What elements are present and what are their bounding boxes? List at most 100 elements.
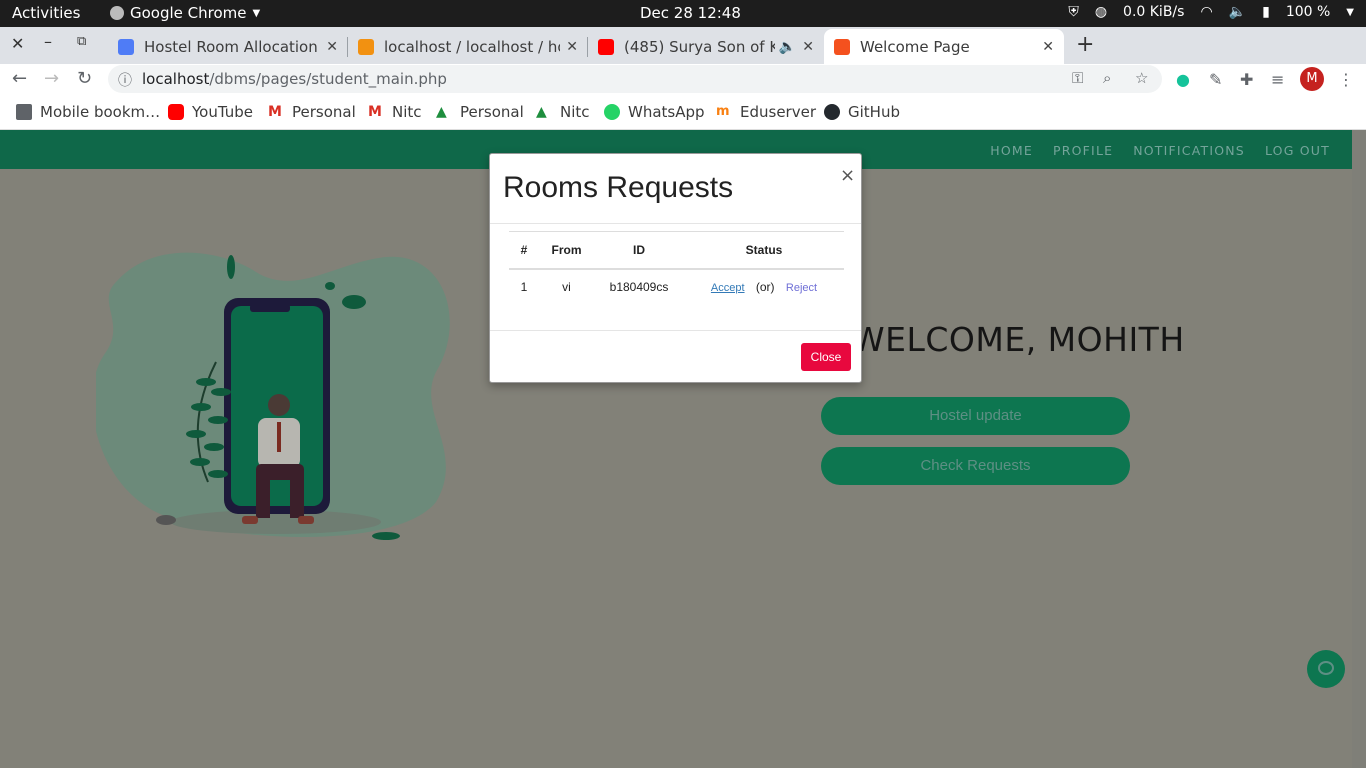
docs-icon	[118, 38, 134, 55]
extension-tool-icon[interactable]: ✎	[1209, 70, 1222, 89]
app-name: Google Chrome	[130, 4, 247, 22]
address-bar[interactable]: ⓘ localhost/dbms/pages/student_main.php …	[108, 65, 1162, 93]
bookmark-eduserver[interactable]: m Eduserver	[716, 103, 816, 121]
bookmark-label: Personal	[460, 103, 524, 121]
nav-log-out[interactable]: LOG OUT	[1265, 143, 1330, 158]
nav-notifications[interactable]: NOTIFICATIONS	[1133, 143, 1245, 158]
media-control-icon[interactable]: ≡	[1271, 70, 1284, 89]
whatsapp-icon	[604, 104, 620, 120]
drive-icon: ▲	[536, 104, 547, 120]
close-tab-icon[interactable]: ✕	[802, 39, 814, 55]
table-row: 1 vi b180409cs Accept (or) Reject	[509, 269, 844, 305]
activities-button[interactable]: Activities	[12, 4, 80, 22]
check-requests-button[interactable]: Check Requests	[821, 447, 1130, 485]
bookmark-whatsapp[interactable]: WhatsApp	[604, 103, 705, 121]
close-tab-icon[interactable]: ✕	[326, 39, 338, 55]
net-speed: 0.0 KiB/s	[1123, 4, 1185, 20]
modal-header-divider	[490, 223, 861, 224]
site-info-icon[interactable]: ⓘ	[118, 70, 132, 90]
wifi-icon: ◠	[1200, 4, 1213, 20]
bookmark-label: Mobile bookm…	[40, 103, 161, 121]
bookmark-label: Nitc	[392, 103, 422, 121]
tab-hostel-room-allocation[interactable]: Hostel Room Allocation S ✕	[108, 29, 348, 64]
puzzle-icon[interactable]: ✚	[1240, 70, 1253, 89]
bookmark-personal-gmail[interactable]: M Personal	[268, 103, 356, 121]
chevron-down-icon: ▼	[252, 7, 261, 19]
nav-profile[interactable]: PROFILE	[1053, 143, 1113, 158]
youtube-icon	[598, 38, 614, 55]
new-tab-button[interactable]: +	[1076, 32, 1094, 57]
modal-title: Rooms Requests	[503, 171, 734, 204]
gmail-icon: M	[268, 104, 282, 120]
modal-footer-divider	[490, 330, 861, 331]
minimize-window-icon[interactable]: –	[44, 32, 52, 51]
url-text[interactable]: localhost/dbms/pages/student_main.php	[142, 70, 447, 88]
tab-phpmyadmin[interactable]: localhost / localhost / hos ✕	[348, 29, 588, 64]
close-tab-icon[interactable]: ✕	[566, 39, 578, 55]
bookmark-nitc-gmail[interactable]: M Nitc	[368, 103, 422, 121]
shield-icon: ⛨	[1068, 4, 1079, 20]
grammarly-icon[interactable]: ●	[1176, 70, 1190, 89]
clock[interactable]: Dec 28 12:48	[640, 4, 741, 22]
column-header: From	[539, 231, 594, 270]
bookmark-nitc-drive[interactable]: ▲ Nitc	[536, 103, 590, 121]
close-icon[interactable]: ×	[840, 165, 855, 186]
chevron-down-icon: ▼	[1346, 6, 1354, 18]
menu-icon[interactable]: ⋮	[1338, 70, 1354, 89]
tab-title: Welcome Page	[860, 37, 970, 56]
github-icon	[824, 104, 840, 120]
phpmyadmin-icon	[358, 38, 374, 55]
key-icon[interactable]: ⚿	[1072, 69, 1083, 87]
zoom-icon[interactable]: ⌕	[1103, 69, 1111, 87]
chrome-icon	[110, 6, 124, 20]
speaker-icon[interactable]: 🔈	[779, 39, 796, 55]
bookmark-label: YouTube	[192, 103, 253, 121]
row-number: 1	[520, 280, 528, 294]
bookmark-label: GitHub	[848, 103, 900, 121]
restore-window-icon[interactable]: ⧉	[77, 34, 86, 49]
forward-icon[interactable]: →	[44, 68, 59, 89]
close-tab-icon[interactable]: ✕	[1042, 39, 1054, 55]
bookmark-label: WhatsApp	[628, 103, 705, 121]
avatar[interactable]: M	[1300, 67, 1324, 91]
nav-home[interactable]: HOME	[990, 143, 1033, 158]
rooms-requests-modal: Rooms Requests × # From ID Status 1 vi b…	[489, 153, 862, 383]
star-icon[interactable]: ☆	[1135, 69, 1148, 87]
tab-title: Hostel Room Allocation S	[144, 37, 321, 56]
bookmark-youtube[interactable]: YouTube	[168, 103, 253, 121]
battery-icon: ▮	[1262, 4, 1270, 20]
bookmark-label: Eduserver	[740, 103, 816, 121]
system-top-bar: Activities Google Chrome ▼ Dec 28 12:48 …	[0, 0, 1366, 27]
welcome-heading: WELCOME, MOHITH	[852, 320, 1185, 359]
row-status: Accept (or) Reject	[684, 269, 844, 305]
moodle-icon: m	[716, 104, 730, 119]
network-monitor-icon: ◍	[1094, 4, 1108, 20]
tab-youtube-video[interactable]: (485) Surya Son of Kris 🔈 ✕	[588, 29, 824, 64]
accept-link[interactable]: Accept	[711, 282, 745, 294]
chat-button[interactable]	[1307, 650, 1345, 688]
bookmark-personal-drive[interactable]: ▲ Personal	[436, 103, 524, 121]
requests-table: # From ID Status 1 vi b180409cs Accept (…	[509, 231, 844, 305]
tab-welcome-page[interactable]: Welcome Page ✕	[824, 29, 1064, 64]
system-tray[interactable]: ⛨ ◍ 0.0 KiB/s ◠ 🔈 ▮ 100 % ▼	[1068, 4, 1354, 20]
bookmark-label: Nitc	[560, 103, 590, 121]
back-icon[interactable]: ←	[12, 68, 27, 89]
bookmark-mobile-bookmarks[interactable]: Mobile bookm…	[16, 103, 160, 121]
youtube-icon	[168, 104, 184, 120]
column-header: Status	[684, 231, 844, 270]
hostel-update-button[interactable]: Hostel update	[821, 397, 1130, 435]
close-window-icon[interactable]: ✕	[11, 34, 24, 53]
row-from: vi	[562, 280, 571, 294]
battery-percent: 100 %	[1285, 4, 1331, 20]
scrollbar[interactable]	[1352, 130, 1366, 768]
or-text: (or)	[755, 280, 775, 294]
xampp-icon	[834, 38, 850, 55]
close-button[interactable]: Close	[801, 343, 851, 371]
volume-icon: 🔈	[1228, 4, 1247, 20]
app-menu[interactable]: Google Chrome ▼	[110, 4, 260, 22]
table-header-row: # From ID Status	[509, 231, 844, 270]
bookmark-github[interactable]: GitHub	[824, 103, 900, 121]
reject-link[interactable]: Reject	[786, 282, 817, 294]
reload-icon[interactable]: ↻	[77, 68, 92, 89]
column-header: #	[509, 231, 539, 270]
